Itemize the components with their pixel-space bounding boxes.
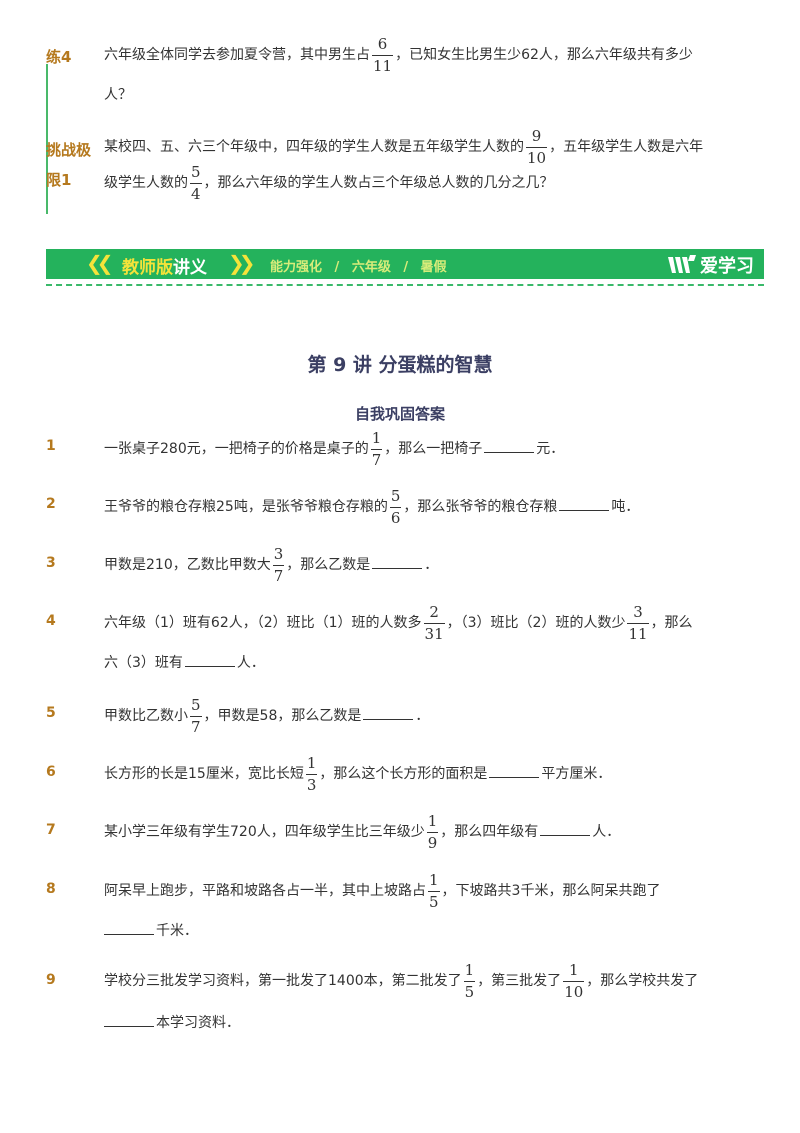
chevron-right-icon: ❯❯ (228, 251, 255, 275)
banner-divider (46, 284, 764, 286)
fraction: 57 (190, 696, 202, 736)
answer-blank[interactable] (184, 652, 235, 667)
problem-text: 一张桌子280元，一把椅子的价格是桌子的 1 7 ，那么一把椅子 元． (104, 429, 565, 469)
problem-number: 7 (46, 822, 56, 838)
brand-logo: 爱学习 (700, 256, 754, 277)
challenge-label: 挑战极 限1 (46, 141, 92, 189)
fraction: 15 (463, 961, 476, 1001)
logo-mark-icon (666, 253, 698, 279)
fraction: 2 31 (423, 603, 445, 643)
answer-blank[interactable] (363, 705, 414, 720)
fraction: 54 (190, 163, 202, 203)
problem-text: 甲数是210，乙数比甲数大 3 7 ，那么乙数是． (104, 545, 439, 585)
problem-number: 3 (46, 555, 56, 571)
answer-blank[interactable] (372, 554, 423, 569)
answer-blank[interactable] (540, 821, 591, 836)
fraction: 19 (426, 812, 439, 852)
answer-blank[interactable] (489, 763, 540, 778)
banner-title: 教师版讲义 (122, 258, 207, 278)
answer-blank[interactable] (104, 1012, 154, 1027)
fraction: 37 (272, 545, 285, 585)
exercise-label: 练4 (46, 48, 72, 66)
problem-number: 6 (46, 764, 56, 780)
fraction: 3 11 (627, 603, 649, 643)
exercise-text-line: 六年级全体同学去参加夏令营，其中男生占 6 11 ，已知女生比男生少62人，那么六年级… (104, 35, 693, 75)
problem-text: 六年级（1）班有62人，（2）班比（1）班的人数多 2 31 ，（3）班比（2）班的人… (104, 603, 693, 643)
fraction: 1 10 (563, 961, 585, 1001)
problem-text: 阿呆早上跑步，平路和坡路各占一半，其中上坡路占 1 5 ，下坡路共3千米，那么阿呆共跑… (104, 871, 661, 911)
problem-text: 某小学三年级有学生720人，四年级学生比三年级少 1 9 ，那么四年级有 人． (104, 812, 621, 852)
problem-number: 4 (46, 613, 56, 629)
fraction: 17 (370, 429, 383, 469)
problem-number: 5 (46, 705, 56, 721)
problem-text: 甲数比乙数小 5 7 ，甲数是58，那么乙数是． (104, 696, 430, 736)
problem-text: 千米． (104, 920, 198, 940)
answer-blank[interactable] (484, 438, 535, 453)
problem-number: 1 (46, 438, 56, 454)
problem-number: 9 (46, 972, 56, 988)
problem-number: 2 (46, 496, 56, 512)
chevron-left-icon: ❮❮ (86, 251, 113, 275)
answer-blank[interactable] (104, 920, 154, 935)
problem-text: 学校分三批发学习资料，第一批发了1400本，第二批发了 1 5 ，第三批发了 1 10 ，那… (104, 961, 699, 1001)
problem-number: 8 (46, 881, 56, 897)
section-title: 自我巩固答案 (354, 405, 445, 423)
problem-text: 六（3）班有 人． (104, 652, 265, 672)
problem-text: 王爷爷的粮仓存粮25吨，是张爷爷粮仓存粮的 5 6 ，那么张爷爷的粮仓存粮 吨． (104, 487, 640, 527)
lesson-title: 第 9 讲 分蛋糕的智慧 (307, 354, 493, 376)
fraction: 13 (305, 754, 318, 794)
fraction: 6 11 (372, 35, 394, 75)
problem-text: 长方形的长是15厘米，宽比长短 1 3 ，那么这个长方形的面积是 平方厘米． (104, 754, 612, 794)
fraction: 56 (389, 487, 402, 527)
header-banner: ❮❮ 教师版讲义 ❯❯ 能力强化 / 六年级 / 暑假 爱学习 (46, 249, 764, 279)
problem-text: 本学习资料． (104, 1012, 240, 1032)
exercise-text-line: 人？ (104, 87, 132, 103)
fraction: 9 10 (526, 127, 548, 167)
banner-breadcrumb: 能力强化 / 六年级 / 暑假 (270, 260, 447, 275)
challenge-text-line: 级学生人数的 5 4 ，那么六年级的学生人数占三个年级总人数的几分之几？ (104, 163, 554, 203)
fraction: 15 (428, 871, 440, 911)
challenge-text-line: 某校四、五、六三个年级中，四年级的学生人数是五年级学生人数的 9 10 ，五年级学生人… (104, 127, 704, 167)
answer-blank[interactable] (559, 496, 610, 511)
